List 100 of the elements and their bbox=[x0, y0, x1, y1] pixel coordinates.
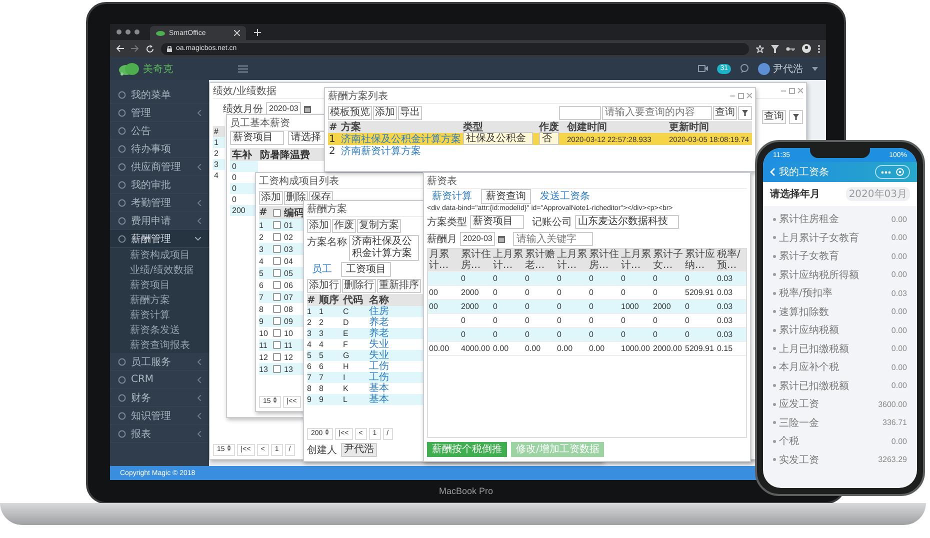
checkbox[interactable] bbox=[273, 293, 281, 301]
toolbar-button[interactable]: 添加 bbox=[307, 218, 331, 232]
table-cell-text: 0 bbox=[684, 330, 690, 339]
table-cell-text: 0.03 bbox=[716, 316, 734, 325]
tab[interactable]: 薪资计算 bbox=[427, 189, 477, 204]
ring-icon bbox=[118, 162, 126, 170]
search-button[interactable]: 查询 bbox=[762, 110, 786, 124]
item-select[interactable]: 薪资项目 bbox=[230, 131, 284, 145]
table-cell-text: 0.15 bbox=[716, 344, 734, 353]
updown-caret-icon bbox=[324, 429, 329, 435]
avatar[interactable] bbox=[758, 62, 770, 74]
plus-icon[interactable] bbox=[254, 28, 261, 36]
void-select[interactable]: 否 bbox=[539, 132, 559, 145]
toolbar-button[interactable]: 重新排序 bbox=[377, 278, 421, 292]
table-cell: 基本 bbox=[369, 394, 389, 405]
toolbar-button[interactable]: 添加 bbox=[259, 190, 283, 204]
back-icon[interactable] bbox=[116, 45, 124, 52]
table-cell-text: 0 bbox=[652, 274, 658, 283]
calendar-icon[interactable] bbox=[498, 236, 506, 242]
video-icon[interactable] bbox=[698, 65, 708, 72]
sidebar-subitem[interactable]: 薪资构成项目 bbox=[110, 248, 209, 263]
checkbox[interactable] bbox=[273, 317, 281, 325]
toolbar-button[interactable]: 添加行 bbox=[307, 278, 341, 292]
tab[interactable]: 发送工资条 bbox=[535, 189, 595, 204]
table-cell-text: 1 bbox=[259, 220, 264, 230]
type-select[interactable]: 社保及公积金 bbox=[463, 132, 533, 145]
checkbox[interactable] bbox=[273, 329, 281, 337]
calendar-icon[interactable] bbox=[304, 106, 312, 112]
checkbox[interactable] bbox=[273, 281, 281, 289]
table-cell-text: 4 bbox=[213, 170, 220, 181]
ring-icon bbox=[118, 90, 126, 98]
table-cell-text: 0 bbox=[588, 274, 594, 283]
key-icon[interactable] bbox=[786, 46, 795, 52]
forward-icon[interactable] bbox=[131, 45, 139, 52]
toolbar-button[interactable]: 删除 bbox=[284, 190, 308, 204]
table-cell-text: 0 bbox=[556, 302, 562, 311]
menu-icon[interactable] bbox=[238, 64, 248, 72]
close-icon[interactable] bbox=[234, 30, 240, 36]
search-button[interactable]: 查询 bbox=[713, 106, 737, 120]
toolbar-button[interactable]: 模板预览 bbox=[328, 106, 372, 120]
back-chevron-icon[interactable] bbox=[770, 168, 775, 176]
filter-select[interactable]: 山东麦达尔数据科技 bbox=[575, 215, 679, 229]
sidebar-subitem[interactable]: 薪资计算 bbox=[110, 308, 209, 323]
scheme-name-field[interactable]: 济南社保及公积金计算方案 bbox=[349, 235, 419, 261]
checkbox[interactable] bbox=[273, 208, 281, 216]
table-cell-text: 0 bbox=[524, 274, 530, 283]
sidebar-subitem[interactable]: 业绩/绩效数据 bbox=[110, 263, 209, 278]
creator-field[interactable]: 尹代浩 bbox=[341, 443, 377, 457]
sidebar-subitem[interactable]: 薪资项目 bbox=[110, 278, 209, 293]
keyword-field[interactable]: 请输入关键字 bbox=[513, 232, 594, 246]
chat-icon[interactable] bbox=[740, 64, 749, 73]
checkbox[interactable] bbox=[273, 221, 281, 229]
toolbar-button[interactable]: 导出 bbox=[398, 106, 422, 120]
account-icon[interactable] bbox=[802, 44, 811, 53]
month-field[interactable]: 2020-03 bbox=[460, 232, 496, 246]
checkbox[interactable] bbox=[273, 269, 281, 277]
table-cell-text: 2000.00 bbox=[652, 344, 683, 353]
sidebar-subitem[interactable]: 薪资查询报表 bbox=[110, 338, 209, 353]
reload-icon[interactable] bbox=[146, 44, 154, 52]
checkbox[interactable] bbox=[273, 353, 281, 361]
toolbar-button[interactable]: 添加 bbox=[373, 106, 397, 120]
table-cell-text: 5209.91 bbox=[684, 344, 715, 353]
checkbox[interactable] bbox=[273, 305, 281, 313]
item-value: 3263.29 bbox=[878, 455, 907, 464]
toolbar-button[interactable]: 删除行 bbox=[342, 278, 376, 292]
tab[interactable]: 薪资查询 bbox=[481, 189, 531, 204]
tab[interactable]: 员工 bbox=[307, 262, 337, 277]
bullet-icon bbox=[773, 273, 776, 276]
sidebar-subitem[interactable]: 薪酬方案 bbox=[110, 293, 209, 308]
star-icon[interactable] bbox=[756, 44, 764, 52]
chevron-left-icon bbox=[197, 430, 201, 436]
window-controls-icon[interactable] bbox=[781, 88, 803, 94]
search-field[interactable]: 请输入要查询的内容 bbox=[602, 106, 712, 120]
item-value: 0.00 bbox=[891, 381, 907, 390]
funnel-icon[interactable] bbox=[738, 106, 752, 120]
user-name[interactable]: 尹代浩 bbox=[773, 62, 803, 76]
filter-select[interactable]: 薪资项目 bbox=[470, 215, 524, 229]
funnel-icon[interactable] bbox=[789, 110, 803, 124]
toolbar-button[interactable]: 作废 bbox=[332, 218, 356, 232]
checkbox[interactable] bbox=[273, 233, 281, 241]
checkbox[interactable] bbox=[273, 341, 281, 349]
sidebar-item[interactable]: 薪酬管理 bbox=[110, 230, 209, 248]
bullet-icon bbox=[773, 292, 776, 295]
sidebar-subitem[interactable]: 薪资条发送 bbox=[110, 323, 209, 338]
tab[interactable]: 工资项目 bbox=[341, 262, 391, 277]
checkbox[interactable] bbox=[273, 245, 281, 253]
table-cell: 失业 bbox=[369, 350, 389, 361]
checkbox[interactable] bbox=[273, 257, 281, 265]
field-select[interactable] bbox=[559, 106, 601, 120]
toolbar-button[interactable]: 复制方案 bbox=[357, 218, 401, 232]
table-cell-text: 0 bbox=[652, 288, 658, 297]
funnel-icon[interactable] bbox=[771, 44, 779, 52]
table-cell: 3 bbox=[213, 159, 225, 170]
table-cell-text: 6 bbox=[319, 361, 324, 372]
item-label: 累计应纳税所得额 bbox=[779, 268, 859, 282]
table-cell-text: 0 bbox=[556, 316, 562, 325]
checkbox[interactable] bbox=[273, 365, 281, 373]
ring-icon bbox=[118, 358, 126, 366]
window-title: 绩效/业绩数据 bbox=[213, 84, 276, 98]
window-controls-icon[interactable] bbox=[730, 92, 752, 98]
